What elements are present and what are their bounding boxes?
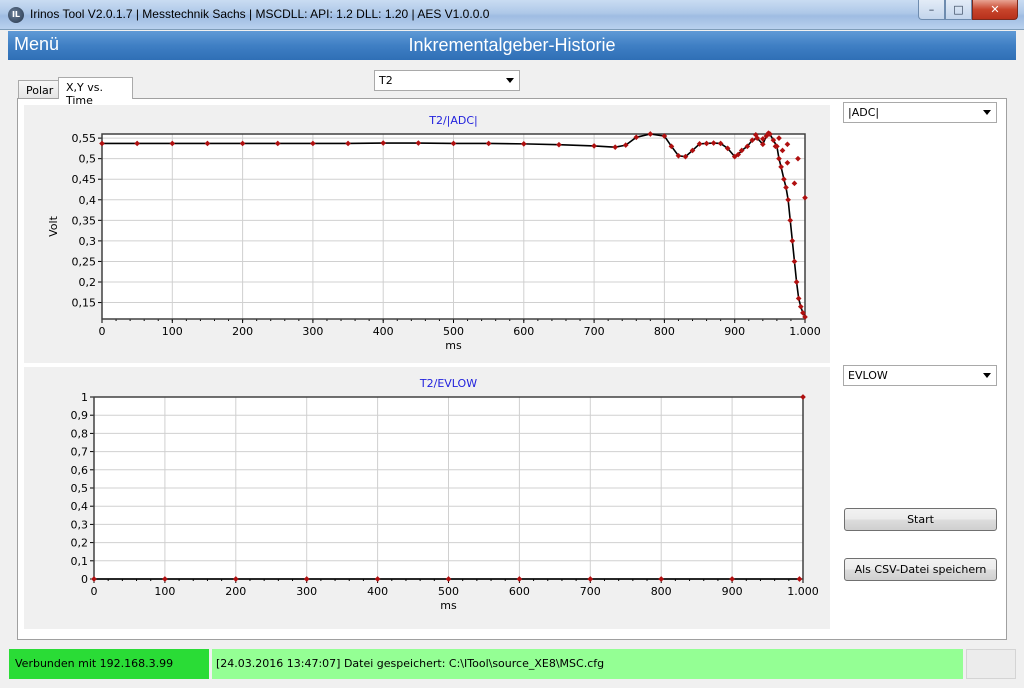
y-tick-label: 0 xyxy=(81,573,88,586)
x-tick-label: 200 xyxy=(232,325,253,338)
x-tick-label: 600 xyxy=(513,325,534,338)
x-tick-label: 100 xyxy=(154,585,175,598)
x-tick-label: 900 xyxy=(722,585,743,598)
chart-title: T2/|ADC| xyxy=(428,114,478,127)
x-tick-label: 600 xyxy=(509,585,530,598)
tab-xy-vs-time[interactable]: X,Y vs. Time xyxy=(58,77,133,107)
x-tick-label: 700 xyxy=(584,325,605,338)
x-tick-label: 300 xyxy=(302,325,323,338)
y-tick-label: 0,4 xyxy=(71,500,89,513)
x-tick-label: 200 xyxy=(225,585,246,598)
y-tick-label: 0,6 xyxy=(71,464,89,477)
start-button[interactable]: Start xyxy=(844,508,997,531)
y-axis-label: Volt xyxy=(47,215,60,236)
channel-select[interactable]: T2 xyxy=(374,70,520,91)
y-tick-label: 0,15 xyxy=(72,297,97,310)
y-tick-label: 0,3 xyxy=(79,235,97,248)
app-header: Menü Inkrementalgeber-Historie xyxy=(8,31,1016,60)
x-tick-label: 300 xyxy=(296,585,317,598)
maximize-button[interactable]: □ xyxy=(945,0,972,20)
window-title: Irinos Tool V2.0.1.7 | Messtechnik Sachs… xyxy=(30,7,490,21)
x-tick-label: 0 xyxy=(99,325,106,338)
chart1-signal-select[interactable]: |ADC| xyxy=(843,102,997,123)
y-tick-label: 0,1 xyxy=(71,555,89,568)
chevron-down-icon xyxy=(983,110,991,115)
x-tick-label: 0 xyxy=(91,585,98,598)
app-icon: IL xyxy=(8,7,24,23)
x-tick-label: 1.000 xyxy=(789,325,821,338)
minimize-button[interactable]: – xyxy=(918,0,945,20)
y-tick-label: 0,3 xyxy=(71,518,89,531)
y-tick-label: 0,9 xyxy=(71,409,89,422)
y-tick-label: 0,8 xyxy=(71,427,89,440)
y-tick-label: 0,4 xyxy=(79,194,97,207)
y-tick-label: 0,2 xyxy=(79,276,97,289)
x-tick-label: 800 xyxy=(654,325,675,338)
y-tick-label: 0,35 xyxy=(72,214,97,227)
x-tick-label: 100 xyxy=(162,325,183,338)
y-tick-label: 0,45 xyxy=(72,173,97,186)
save-csv-button[interactable]: Als CSV-Datei speichern xyxy=(844,558,997,581)
x-tick-label: 400 xyxy=(373,325,394,338)
x-tick-label: 500 xyxy=(438,585,459,598)
x-tick-label: 1.000 xyxy=(787,585,819,598)
resize-grip[interactable] xyxy=(966,649,1016,679)
status-message: [24.03.2016 13:47:07] Datei gespeichert:… xyxy=(212,649,963,679)
y-tick-label: 0,7 xyxy=(71,446,89,459)
x-tick-label: 500 xyxy=(443,325,464,338)
tab-polar-label: Polar xyxy=(26,84,54,97)
x-tick-label: 700 xyxy=(580,585,601,598)
chart2-signal-select[interactable]: EVLOW xyxy=(843,365,997,386)
chart1-signal-value: |ADC| xyxy=(848,106,880,119)
tab-polar[interactable]: Polar xyxy=(18,80,59,99)
x-tick-label: 900 xyxy=(724,325,745,338)
chart-evlow: 0 100 200 300 400 500 600 700 800 900 1.000 0 0,1 0,2… xyxy=(24,367,830,629)
y-tick-label: 0,5 xyxy=(71,482,89,495)
y-tick-label: 0,2 xyxy=(71,537,89,550)
y-tick-label: 1 xyxy=(81,391,88,404)
x-axis-label: ms xyxy=(445,339,462,352)
page-title: Inkrementalgeber-Historie xyxy=(408,35,616,55)
y-tick-label: 0,5 xyxy=(79,153,97,166)
chevron-down-icon xyxy=(506,78,514,83)
chevron-down-icon xyxy=(983,373,991,378)
chart-title: T2/EVLOW xyxy=(419,377,477,390)
close-button[interactable]: ✕ xyxy=(972,0,1018,20)
x-tick-label: 800 xyxy=(651,585,672,598)
y-tick-label: 0,25 xyxy=(72,255,97,268)
chart2-signal-value: EVLOW xyxy=(848,369,888,382)
y-tick-label: 0,55 xyxy=(72,132,97,145)
window-titlebar[interactable]: IL Irinos Tool V2.0.1.7 | Messtechnik Sa… xyxy=(0,0,1024,30)
x-tick-label: 400 xyxy=(367,585,388,598)
connection-status: Verbunden mit 192.168.3.99 xyxy=(9,649,209,679)
channel-select-value: T2 xyxy=(379,74,393,87)
window-controls: – □ ✕ xyxy=(918,0,1018,20)
chart-adc: 0 100 200 300 400 500 600 700 800 900 1.000 0,15 0,2… xyxy=(24,105,830,363)
x-axis-label: ms xyxy=(440,599,457,612)
